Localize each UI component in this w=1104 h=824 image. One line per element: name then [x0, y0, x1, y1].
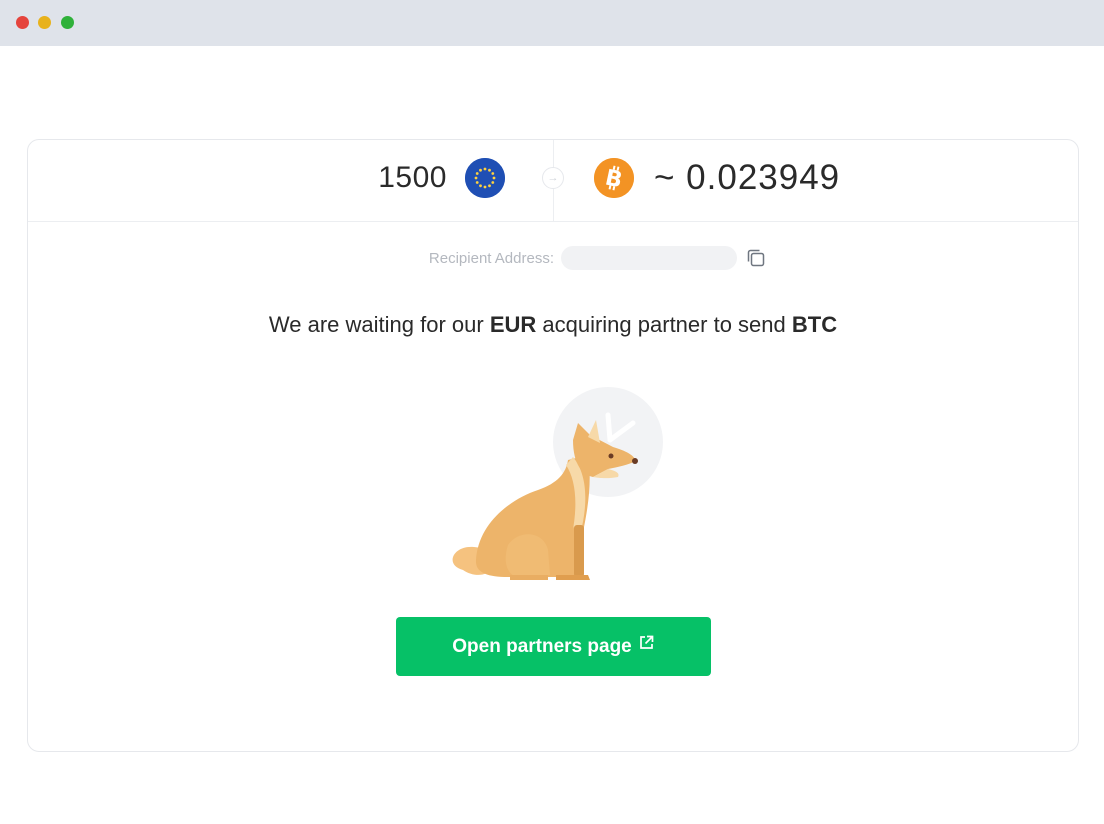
open-partners-page-button[interactable]: Open partners page	[396, 617, 711, 676]
open-partners-page-label: Open partners page	[452, 636, 632, 657]
window-close-button[interactable]	[16, 16, 29, 29]
copy-icon[interactable]	[744, 246, 768, 270]
arrow-right-icon: →	[542, 167, 564, 189]
bitcoin-coin-icon: B	[594, 158, 634, 198]
status-prefix: We are waiting for our	[268, 312, 490, 337]
status-middle: acquiring partner to send	[536, 312, 792, 337]
to-amount: ~ 0.023949	[654, 158, 841, 197]
eu-flag-coin-icon	[465, 158, 505, 198]
conversion-row: 1500 → B ~ 0.023949	[28, 140, 1078, 222]
window-minimize-button[interactable]	[38, 16, 51, 29]
recipient-address-field[interactable]	[561, 246, 737, 270]
fiat-currency-code: EUR	[489, 312, 537, 337]
window-maximize-button[interactable]	[61, 16, 74, 29]
waiting-dog-illustration	[448, 385, 668, 590]
status-message: We are waiting for our EUR acquiring par…	[28, 310, 1078, 340]
crypto-currency-code: BTC	[791, 312, 838, 337]
window-titlebar	[0, 0, 1104, 46]
recipient-address-label-text: Recipient Address:	[428, 250, 554, 267]
external-link-icon	[638, 616, 655, 675]
from-amount: 1500	[378, 161, 447, 194]
exchange-card: 1500 → B ~ 0.023949 Recipient Address: W…	[27, 139, 1079, 752]
